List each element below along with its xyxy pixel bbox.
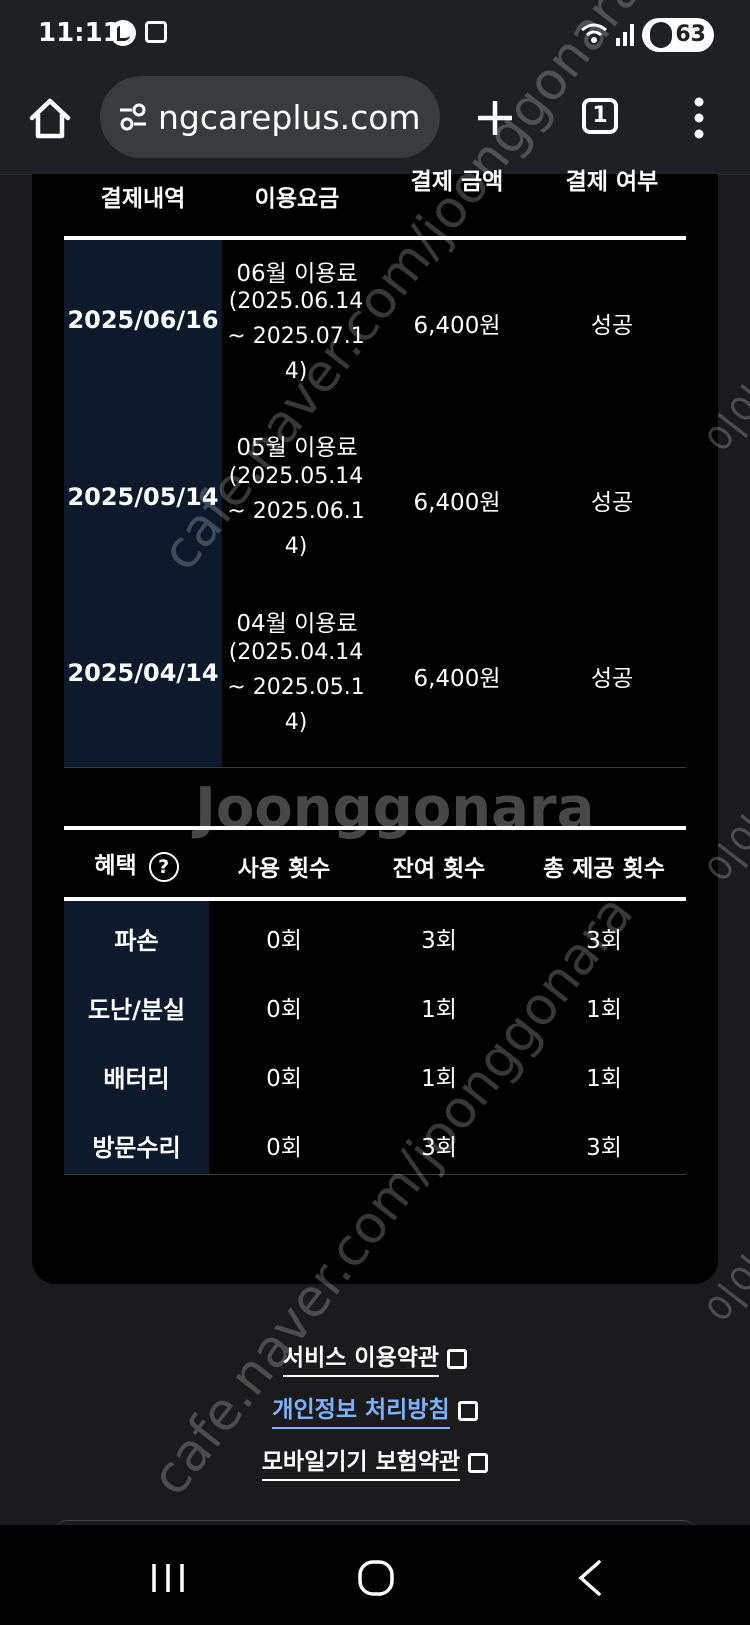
privacy-policy-label[interactable]: 개인정보 처리방침	[272, 1397, 450, 1429]
header-payment-status: 결제 여부	[565, 169, 659, 195]
terms-of-service-label[interactable]: 서비스 이용약관	[282, 1345, 440, 1377]
header-payment-history: 결제내역	[100, 186, 186, 212]
benefit-name: 배터리	[103, 1065, 170, 1093]
tab-switcher-button[interactable]: 1	[582, 98, 618, 134]
external-link-icon	[468, 1452, 489, 1473]
battery-indicator: 63	[642, 18, 714, 52]
benefit-name: 도난/분실	[87, 996, 186, 1024]
benefit-name: 파손	[114, 927, 159, 955]
header-usage-fee: 이용요금	[254, 186, 340, 212]
header-benefit-label: 혜택	[94, 853, 137, 879]
browser-toolbar: ngcareplus.com 1	[0, 70, 750, 175]
fee-period: (2025.06.14 ~ 2025.07.14)	[227, 289, 365, 384]
help-icon[interactable]: ?	[148, 851, 179, 882]
address-bar[interactable]: ngcareplus.com	[100, 76, 440, 158]
site-settings-icon[interactable]	[118, 102, 148, 132]
benefit-remaining: 1회	[421, 997, 457, 1023]
payment-status: 성공	[590, 490, 634, 516]
header-payment-amount: 결제 금액	[410, 169, 504, 195]
benefit-top-rule	[64, 826, 686, 830]
benefit-total: 3회	[586, 928, 622, 954]
benefit-used: 0회	[266, 997, 302, 1023]
payment-status: 성공	[590, 313, 634, 339]
header-total-count: 총 제공 횟수	[543, 856, 665, 882]
payment-amount: 6,400원	[413, 313, 501, 339]
benefit-total: 1회	[586, 997, 622, 1023]
header-remaining-count: 잔여 횟수	[392, 856, 486, 882]
payment-status: 성공	[590, 666, 634, 692]
device-insurance-terms-link[interactable]: 모바일기기 보험약관	[0, 1442, 750, 1481]
screen-capture-icon	[145, 21, 167, 43]
fee-label: 05월 이용료	[236, 435, 358, 461]
header-benefit: 혜택?	[64, 846, 209, 882]
home-nav-icon[interactable]	[356, 1558, 396, 1598]
fee-label: 06월 이용료	[236, 261, 358, 287]
payment-amount: 6,400원	[413, 490, 501, 516]
wifi-signal-icon	[581, 23, 634, 46]
external-link-icon	[457, 1400, 478, 1421]
status-time: 11:11	[38, 18, 121, 48]
benefit-used: 0회	[266, 928, 302, 954]
benefit-remaining: 3회	[421, 1135, 457, 1161]
back-icon[interactable]	[575, 1558, 605, 1598]
benefit-total: 1회	[586, 1066, 622, 1092]
payment-amount: 6,400원	[413, 666, 501, 692]
charging-icon	[650, 22, 672, 48]
recent-apps-icon[interactable]	[148, 1560, 188, 1596]
terms-of-service-link[interactable]: 서비스 이용약관	[0, 1338, 750, 1377]
privacy-policy-link[interactable]: 개인정보 처리방침	[0, 1390, 750, 1429]
status-bar: 11:11 63	[0, 0, 750, 70]
url-text[interactable]: ngcareplus.com	[158, 98, 421, 137]
payment-date: 2025/05/14	[67, 483, 219, 511]
fee-label: 04월 이용료	[236, 611, 358, 637]
device-insurance-terms-label[interactable]: 모바일기기 보험약관	[261, 1449, 461, 1481]
benefit-used: 0회	[266, 1135, 302, 1161]
home-icon[interactable]	[26, 94, 74, 142]
more-menu-icon[interactable]	[692, 96, 706, 140]
new-tab-icon[interactable]	[475, 98, 515, 138]
benefit-name: 방문수리	[92, 1134, 181, 1162]
benefit-used: 0회	[266, 1066, 302, 1092]
header-used-count: 사용 횟수	[237, 856, 331, 882]
subscription-card: 결제내역 이용요금 결제 금액 결제 여부 2025/06/16 06월 이용료…	[32, 169, 718, 1284]
benefit-bottom-rule	[64, 1174, 686, 1175]
payment-date: 2025/06/16	[67, 306, 219, 334]
fee-period: (2025.05.14 ~ 2025.06.14)	[227, 464, 365, 559]
table-bottom-rule	[64, 767, 686, 768]
battery-level: 63	[675, 22, 706, 47]
benefit-remaining: 1회	[421, 1066, 457, 1092]
benefit-remaining: 3회	[421, 928, 457, 954]
call-icon	[110, 20, 136, 46]
benefit-total: 3회	[586, 1135, 622, 1161]
fee-period: (2025.04.14 ~ 2025.05.14)	[227, 640, 365, 735]
external-link-icon	[447, 1348, 468, 1369]
payment-date: 2025/04/14	[67, 659, 219, 687]
